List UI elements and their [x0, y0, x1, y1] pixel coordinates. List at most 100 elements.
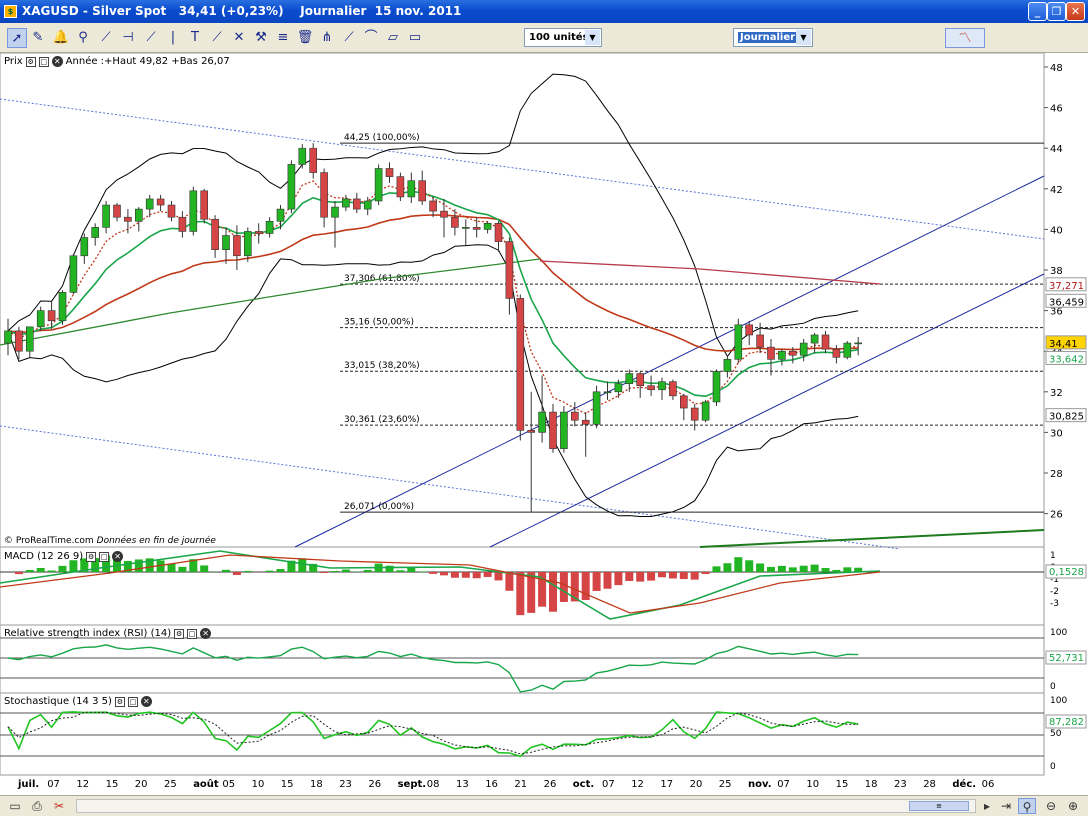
- macd-histogram-bar: [47, 570, 56, 572]
- chart-area[interactable]: 48464442403836343230282644,25 (100,00%)3…: [0, 52, 1088, 795]
- macd-histogram-bar: [222, 569, 230, 572]
- x-axis-label: 21: [514, 779, 527, 790]
- fibo-arc-icon[interactable]: ⌒: [361, 28, 381, 48]
- wrench-icon[interactable]: ⚙: [25, 56, 36, 67]
- close-panel-icon[interactable]: ✕: [140, 696, 152, 707]
- candle-body: [799, 342, 808, 356]
- macd-histogram-bar: [636, 572, 645, 582]
- macd-histogram-bar: [178, 566, 187, 572]
- candle-body: [712, 371, 721, 403]
- units-select[interactable]: 100 unités ▼: [524, 28, 602, 47]
- price-axis-label: 42: [1050, 185, 1063, 196]
- window-titlebar: $ XAGUSD - Silver Spot 34,41 (+0,23%) Jo…: [0, 0, 1088, 23]
- candle-body: [374, 168, 383, 202]
- alarm-bell-icon[interactable]: 🔔: [51, 28, 71, 48]
- print-preview-icon[interactable]: ▭: [6, 798, 24, 814]
- candle-body: [385, 168, 394, 177]
- x-axis-label: 25: [719, 779, 732, 790]
- x-axis-label: déc.: [952, 778, 976, 790]
- macd-histogram-bar: [232, 572, 241, 575]
- candle-body: [47, 310, 56, 322]
- vertical-line-icon[interactable]: |: [163, 28, 183, 48]
- wrench-icon[interactable]: ⚙: [174, 628, 185, 639]
- arrow-icon[interactable]: ✕: [229, 28, 249, 48]
- goto-end-icon[interactable]: ⇥: [997, 798, 1015, 814]
- fibo-level-label: 30,361 (23,60%): [344, 415, 420, 425]
- candle-body: [516, 298, 525, 431]
- period-select[interactable]: Journalier ▼: [733, 28, 813, 47]
- scrollbar-thumb[interactable]: ≡: [909, 801, 969, 811]
- close-panel-icon[interactable]: ✕: [112, 551, 124, 562]
- candle-body: [461, 227, 470, 229]
- close-panel-icon[interactable]: ✕: [200, 628, 212, 639]
- x-axis-label: 16: [485, 779, 498, 790]
- stoch-axis-label: 100: [1050, 696, 1067, 706]
- x-axis-label: nov.: [748, 779, 772, 790]
- x-axis-label: 13: [456, 779, 469, 790]
- minimize-button[interactable]: _: [1028, 2, 1047, 21]
- trash-icon[interactable]: 🗑: [295, 28, 315, 48]
- restore-button[interactable]: ❐: [1047, 2, 1066, 21]
- hammer-icon[interactable]: ⚒: [251, 28, 271, 48]
- candle-body: [363, 200, 372, 210]
- candle-body: [647, 385, 655, 391]
- close-button[interactable]: ✕: [1066, 2, 1085, 21]
- horizontal-line-icon[interactable]: ⊣: [118, 28, 138, 48]
- crosshair-icon[interactable]: ⟋: [207, 28, 227, 48]
- pointer-icon[interactable]: ➚: [7, 28, 27, 48]
- macd-histogram-bar: [799, 565, 808, 572]
- candle-body: [451, 216, 459, 228]
- chart-canvas[interactable]: 48464442403836343230282644,25 (100,00%)3…: [0, 52, 1088, 795]
- candle-body: [200, 190, 208, 220]
- macd-histogram-bar: [549, 572, 557, 612]
- candle-body: [440, 210, 448, 218]
- printer-icon[interactable]: ⎙: [28, 798, 46, 814]
- candle-body: [91, 227, 99, 238]
- scissors-icon[interactable]: ✂: [50, 798, 68, 814]
- candle-body: [767, 346, 775, 360]
- macd-histogram-bar: [767, 566, 775, 572]
- indicator-chart-icon[interactable]: 〽: [945, 28, 985, 48]
- rsi-value: 52,731: [1049, 653, 1084, 664]
- x-axis-label: 10: [806, 779, 819, 790]
- candle-body: [603, 391, 612, 394]
- text-icon[interactable]: T: [185, 28, 205, 48]
- macd-histogram-bar: [276, 568, 285, 572]
- candle-body: [843, 342, 852, 358]
- close-panel-icon[interactable]: ✕: [51, 56, 63, 67]
- zoom-icon[interactable]: ⚲: [73, 28, 93, 48]
- x-axis-label: 07: [602, 779, 615, 790]
- regression-channel-icon[interactable]: ⟋: [339, 28, 359, 48]
- macd-histogram-bar: [331, 570, 339, 572]
- candle-body: [832, 348, 841, 358]
- macd-histogram-bar: [603, 572, 612, 589]
- window-icon[interactable]: □: [127, 696, 138, 707]
- horizontal-scrollbar[interactable]: ≡: [76, 799, 976, 813]
- wrench-icon[interactable]: ⚙: [86, 551, 97, 562]
- candle-body: [636, 373, 645, 387]
- fibonacci-icon[interactable]: ≡: [273, 28, 293, 48]
- window-icon[interactable]: □: [99, 551, 110, 562]
- candle-body: [778, 350, 786, 360]
- window-icon[interactable]: □: [187, 628, 198, 639]
- rsi-label: Relative strength index (RSI) (14): [4, 628, 172, 639]
- ruler-icon[interactable]: ✎: [28, 28, 48, 48]
- window-icon[interactable]: □: [38, 56, 49, 67]
- scroll-right-icon[interactable]: ▸: [978, 798, 996, 814]
- zoom-in-icon[interactable]: ⊕: [1064, 798, 1082, 814]
- fibo-fan-icon[interactable]: ⋔: [317, 28, 337, 48]
- wrench-icon[interactable]: ⚙: [114, 696, 125, 707]
- fibo-level-label: 33,015 (38,20%): [344, 361, 420, 371]
- candle-body: [244, 231, 252, 257]
- trendline-icon[interactable]: ⟋: [96, 28, 116, 48]
- ray-icon[interactable]: ⟋: [141, 28, 161, 48]
- candle-body: [560, 411, 568, 449]
- x-axis-label: 25: [164, 779, 177, 790]
- zoom-fit-icon[interactable]: ⚲: [1018, 798, 1036, 814]
- candle-body: [320, 172, 328, 218]
- x-axis-label: 20: [690, 779, 703, 790]
- rectangle-icon[interactable]: ▭: [405, 28, 425, 48]
- zoom-out-icon[interactable]: ⊖: [1042, 798, 1060, 814]
- candle-body: [69, 255, 78, 293]
- parallel-channel-icon[interactable]: ▱: [383, 28, 403, 48]
